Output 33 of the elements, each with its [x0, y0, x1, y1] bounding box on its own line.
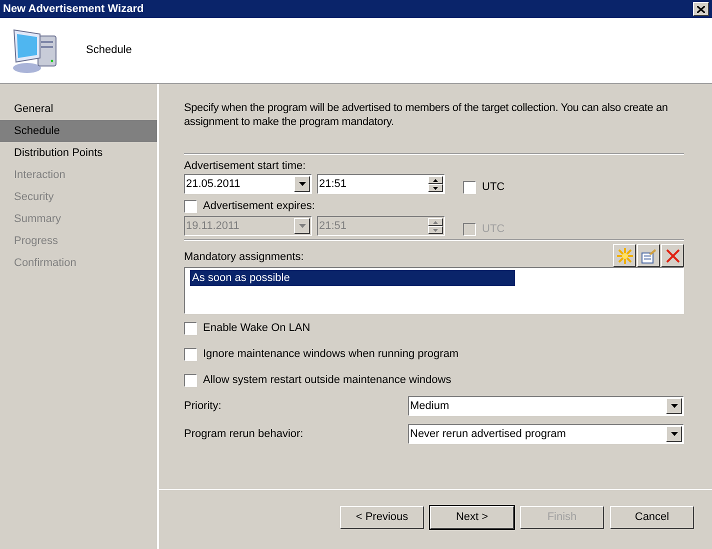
window-title: New Advertisement Wizard — [3, 2, 144, 17]
date-field[interactable]: 21.05.2011 — [184, 174, 312, 194]
expires-label: Advertisement expires: — [203, 198, 315, 214]
time-field[interactable]: 21:51 — [317, 174, 445, 194]
sidebar-item[interactable]: Distribution Points — [0, 142, 157, 164]
spinner-icon[interactable] — [428, 176, 443, 192]
spinner-icon[interactable] — [428, 218, 443, 234]
wizard-button[interactable]: Next > — [430, 506, 514, 529]
mandatory-label: Mandatory assignments: — [184, 250, 304, 264]
list-item[interactable]: As soon as possible — [190, 270, 515, 286]
close-icon — [697, 6, 705, 12]
close-button[interactable] — [693, 2, 709, 16]
sidebar-item[interactable]: Schedule — [0, 120, 157, 142]
sidebar-item[interactable]: General — [0, 98, 157, 120]
option-label: Allow system restart outside maintenance windows — [203, 372, 452, 388]
description-text: Specify when the program will be advertised to members of the target collection. You can also create an assignment to make the program mandatory. — [184, 101, 669, 129]
dropdown-field[interactable]: Never rerun advertised program — [408, 424, 684, 444]
checkbox[interactable] — [184, 348, 197, 360]
dropdown-field[interactable]: Medium — [408, 396, 684, 416]
utc-label: UTC — [482, 180, 505, 195]
checkbox[interactable] — [463, 180, 476, 194]
checkbox[interactable] — [184, 322, 197, 334]
option-label: Ignore maintenance windows when running program — [203, 346, 459, 362]
properties-icon[interactable] — [637, 244, 660, 267]
wizard-button[interactable]: < Previous — [340, 506, 424, 529]
delete-icon[interactable] — [661, 244, 684, 267]
combo-label: Program rerun behavior: — [184, 426, 304, 442]
checkbox[interactable] — [184, 374, 197, 386]
combo-label: Priority: — [184, 398, 222, 414]
wizard-button[interactable]: Cancel — [610, 506, 694, 529]
start-time-label: Advertisement start time: — [184, 159, 307, 174]
header-title: Schedule — [86, 43, 132, 58]
option-label: Enable Wake On LAN — [203, 320, 310, 336]
